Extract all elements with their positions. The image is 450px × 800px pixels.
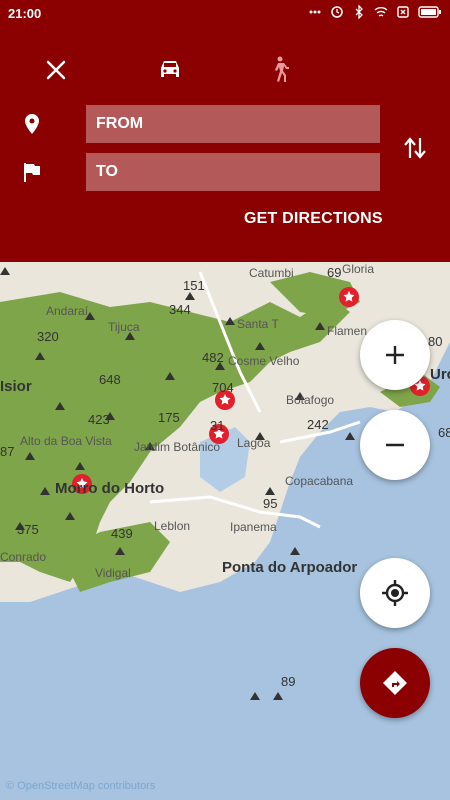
map-label-lagoa: Lagoa — [237, 436, 271, 450]
map-label-ponta-do-arpoador: Ponta do Arpoador — [222, 559, 358, 576]
get-directions-button[interactable]: GET DIRECTIONS — [244, 210, 383, 228]
map-label-cosme-velho: Cosme Velho — [228, 354, 300, 368]
map-attribution: © OpenStreetMap contributors — [6, 780, 156, 792]
map-label-vidigal: Vidigal — [95, 566, 131, 580]
map-label-copacabana: Copacabana — [285, 474, 354, 488]
close-button[interactable] — [36, 54, 76, 86]
directions-panel: FROM TO GET DIRECTIONS — [0, 26, 450, 262]
map-label-andarai: Andaraí — [46, 304, 89, 318]
peak-151: 151 — [183, 278, 205, 293]
flag-icon — [20, 160, 44, 184]
minus-icon — [386, 443, 404, 447]
no-sim-icon — [396, 5, 410, 19]
from-field[interactable]: FROM — [86, 105, 380, 143]
directions-button[interactable] — [360, 648, 430, 718]
peak-648: 648 — [99, 372, 121, 387]
peak-31: 31 — [210, 418, 225, 433]
zoom-in-button[interactable] — [360, 320, 430, 390]
peak-423: 423 — [88, 412, 110, 427]
walk-icon — [275, 56, 289, 82]
map-label-conrado: Conrado — [0, 550, 47, 564]
map-label-gloria: Gloria — [342, 262, 375, 276]
status-bar: 21:00 — [0, 0, 450, 26]
map-label-morro-do-horto: Morro do Horto — [55, 480, 165, 497]
location-pin-icon — [20, 112, 44, 136]
peak-175: 175 — [158, 410, 180, 425]
zoom-out-button[interactable] — [360, 410, 430, 480]
map-label-flamengo: Flamen — [327, 324, 368, 338]
map-label-leblon: Leblon — [154, 519, 191, 533]
peak-68: 68 — [438, 425, 450, 440]
close-icon — [46, 60, 66, 80]
peak-344: 344 — [169, 302, 191, 317]
peak-89: 89 — [281, 674, 296, 689]
status-time: 21:00 — [8, 6, 42, 21]
peak-439: 439 — [111, 526, 133, 541]
map-label-botafogo: Botafogo — [286, 393, 335, 407]
peak-242: 242 — [307, 417, 329, 432]
more-dots-icon — [308, 5, 322, 19]
crosshair-icon — [382, 580, 408, 606]
map-label-catumbi: Catumbi — [249, 266, 294, 280]
map-label-tijuca: Tijuca — [108, 320, 140, 334]
map-label-santa-t: Santa T — [237, 317, 279, 331]
peak-69: 69 — [327, 265, 342, 280]
peak-704: 704 — [212, 380, 234, 395]
alarm-icon — [330, 5, 344, 19]
peak-482: 482 — [202, 350, 224, 365]
my-location-button[interactable] — [360, 558, 430, 628]
map-label-ipanema: Ipanema — [230, 520, 277, 534]
swap-arrows-icon — [404, 137, 426, 159]
battery-icon — [418, 5, 442, 19]
map-label-jardim-botanico: Jardim Botânico — [134, 440, 221, 454]
car-mode-button[interactable] — [150, 54, 190, 86]
wifi-icon — [374, 5, 388, 19]
directions-icon — [383, 671, 407, 695]
map-label-alto-da-boa-vista: Alto da Boa Vista — [20, 434, 112, 448]
map-label-isior: Isior — [0, 378, 32, 395]
plus-icon — [386, 346, 404, 364]
peak-95: 95 — [263, 496, 278, 511]
car-icon — [161, 61, 179, 77]
peak-320: 320 — [37, 329, 59, 344]
bluetooth-icon — [352, 5, 366, 19]
peak-375: 375 — [17, 522, 39, 537]
map-label-urca: Urca — [430, 366, 450, 383]
walk-mode-button[interactable] — [259, 54, 299, 86]
to-field[interactable]: TO — [86, 153, 380, 191]
swap-button[interactable] — [402, 134, 428, 162]
peak-87: 87 — [0, 444, 15, 459]
peak-80: 80 — [428, 334, 443, 349]
